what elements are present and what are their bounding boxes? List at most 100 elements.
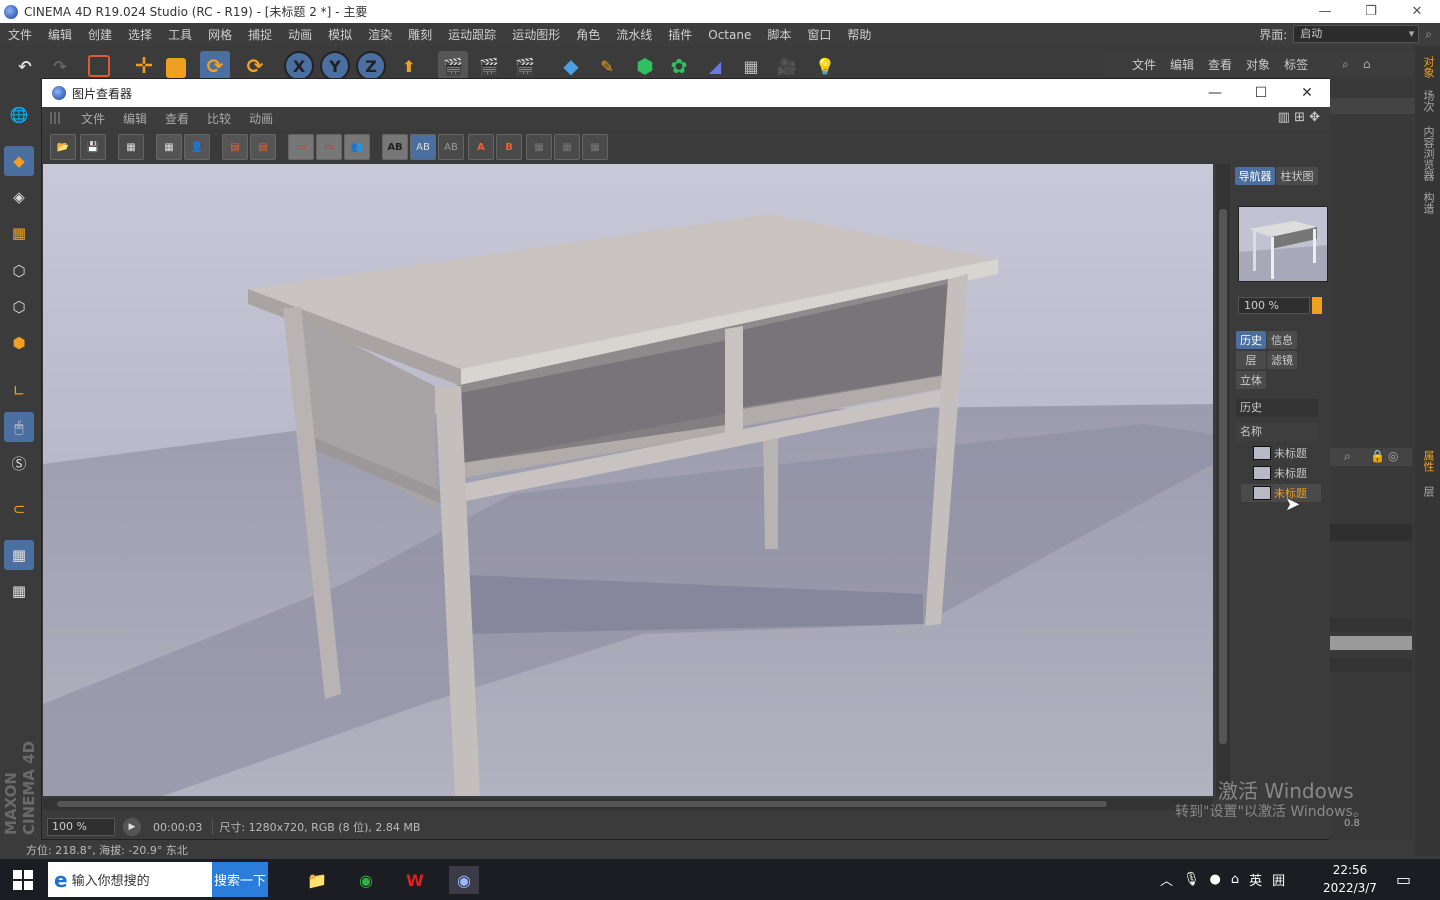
copy-icon[interactable]: ▤ bbox=[222, 134, 248, 160]
viewer-menu-view[interactable]: 查看 bbox=[156, 110, 198, 127]
zoom-slider-handle[interactable] bbox=[1312, 297, 1322, 314]
ab-split-icon[interactable]: AB bbox=[410, 134, 436, 160]
attr-field[interactable] bbox=[1330, 524, 1412, 541]
attr-slider[interactable] bbox=[1330, 636, 1412, 650]
recent-tool-icon[interactable]: ⟳ bbox=[240, 51, 270, 81]
menu-animate[interactable]: 动画 bbox=[280, 26, 320, 43]
x-axis-icon[interactable]: X bbox=[284, 51, 314, 81]
grid-icon[interactable]: ▦ bbox=[118, 134, 144, 160]
ime-language[interactable]: 英 bbox=[1249, 870, 1262, 889]
horizontal-scroll-thumb[interactable] bbox=[57, 801, 1107, 807]
snap-magnet-icon[interactable]: ⊂ bbox=[4, 494, 34, 524]
tab-info[interactable]: 信息 bbox=[1267, 331, 1297, 349]
system-clock[interactable]: 22:56 2022/3/7 bbox=[1316, 861, 1384, 899]
solo-mode-icon[interactable]: Ⓢ bbox=[4, 448, 34, 478]
render-to-viewer-icon[interactable]: 🎬 bbox=[474, 51, 504, 81]
set-a-icon[interactable]: A bbox=[468, 134, 494, 160]
horizontal-scrollbar[interactable] bbox=[43, 798, 1213, 810]
tab-takes[interactable]: 场次 bbox=[1419, 90, 1436, 112]
menu-pipeline[interactable]: 流水线 bbox=[608, 26, 660, 43]
paste-icon[interactable]: ▤ bbox=[250, 134, 276, 160]
light-icon[interactable]: 💡 bbox=[810, 51, 840, 81]
vertical-scrollbar[interactable] bbox=[1216, 164, 1230, 796]
menu-motion-tracking[interactable]: 运动跟踪 bbox=[440, 26, 504, 43]
attr-search-icon[interactable]: ⌕ bbox=[1344, 449, 1351, 464]
menu-octane[interactable]: Octane bbox=[700, 28, 759, 42]
close-button[interactable]: ✕ bbox=[1394, 0, 1440, 23]
rotate-icon[interactable]: ⟳ bbox=[200, 51, 230, 81]
viewer-minimize-button[interactable]: — bbox=[1192, 79, 1238, 107]
stop-render-icon[interactable]: ▦ bbox=[156, 134, 182, 160]
layout-icons[interactable]: ▥ ⊞ ✥ bbox=[1278, 110, 1320, 125]
viewer-menu-compare[interactable]: 比较 bbox=[198, 110, 240, 127]
history-item[interactable]: 未标题 bbox=[1253, 464, 1328, 482]
pen-icon[interactable]: ✎ bbox=[592, 51, 622, 81]
menu-mesh[interactable]: 网格 bbox=[200, 26, 240, 43]
menu-mograph[interactable]: 运动图形 bbox=[504, 26, 568, 43]
windows-start-icon[interactable] bbox=[13, 870, 33, 890]
menu-edit[interactable]: 编辑 bbox=[40, 26, 80, 43]
viewer-menu-file[interactable]: 文件 bbox=[72, 110, 114, 127]
notification-icon[interactable]: ▭ bbox=[1396, 870, 1411, 889]
channel-icon[interactable]: ▦ bbox=[526, 134, 552, 160]
restore-button[interactable]: ❐ bbox=[1348, 0, 1394, 23]
move-icon[interactable]: ✛ bbox=[129, 51, 159, 81]
cube-icon[interactable]: ◆ bbox=[556, 51, 586, 81]
menu-tools[interactable]: 工具 bbox=[160, 26, 200, 43]
ab-compare-icon[interactable]: AB bbox=[382, 134, 408, 160]
render-settings-icon[interactable]: 🎬 bbox=[510, 51, 540, 81]
floor-icon[interactable]: ▦ bbox=[736, 51, 766, 81]
quantize-icon[interactable]: ▦ bbox=[4, 576, 34, 606]
tab-objects[interactable]: 对象 bbox=[1419, 56, 1436, 78]
vertical-scroll-thumb[interactable] bbox=[1219, 209, 1227, 744]
zoom-field[interactable]: 100 % bbox=[47, 818, 115, 836]
tab-structure[interactable]: 构造 bbox=[1419, 192, 1436, 214]
deformer-icon[interactable]: ◢ bbox=[700, 51, 730, 81]
menu-select[interactable]: 选择 bbox=[120, 26, 160, 43]
people-icon[interactable]: 👥 bbox=[344, 134, 370, 160]
render-view-icon[interactable]: 🎬 bbox=[438, 51, 468, 81]
file-explorer-icon[interactable]: 📁 bbox=[302, 866, 332, 894]
tab-history[interactable]: 历史 bbox=[1236, 331, 1266, 349]
model-mode-icon[interactable]: ◆ bbox=[4, 146, 34, 176]
navigator-zoom-field[interactable]: 100 % bbox=[1238, 297, 1310, 314]
points-mode-icon[interactable]: ⬡ bbox=[4, 256, 34, 286]
network-icon[interactable]: ⌂ bbox=[1231, 872, 1239, 887]
viewer-menu-edit[interactable]: 编辑 bbox=[114, 110, 156, 127]
menu-simulate[interactable]: 模拟 bbox=[320, 26, 360, 43]
attr-field[interactable] bbox=[1330, 658, 1412, 672]
axis-mode-icon[interactable]: ∟ bbox=[4, 376, 34, 406]
channel2-icon[interactable]: ▦ bbox=[554, 134, 580, 160]
attr-field[interactable] bbox=[1330, 618, 1412, 632]
attr-target-icon[interactable]: ◎ bbox=[1388, 449, 1398, 463]
scale-icon[interactable] bbox=[166, 58, 186, 78]
menu-render[interactable]: 渲染 bbox=[360, 26, 400, 43]
om-menu-objects[interactable]: 对象 bbox=[1246, 56, 1270, 73]
region-icon[interactable]: ▭ bbox=[316, 134, 342, 160]
channel3-icon[interactable]: ▦ bbox=[582, 134, 608, 160]
navigator-thumbnail[interactable] bbox=[1238, 206, 1328, 282]
y-axis-icon[interactable]: Y bbox=[320, 51, 350, 81]
wps-icon[interactable]: W bbox=[400, 866, 430, 894]
tab-attributes[interactable]: 属性 bbox=[1419, 450, 1436, 472]
edges-mode-icon[interactable]: ⬡ bbox=[4, 292, 34, 322]
menu-script[interactable]: 脚本 bbox=[759, 26, 799, 43]
tab-layers-viewer[interactable]: 层 bbox=[1236, 351, 1266, 369]
live-selection-icon[interactable] bbox=[88, 55, 110, 77]
menu-character[interactable]: 角色 bbox=[568, 26, 608, 43]
om-menu-tags[interactable]: 标签 bbox=[1284, 56, 1308, 73]
microphone-icon[interactable]: 🎙 bbox=[1183, 872, 1200, 887]
om-menu-view[interactable]: 查看 bbox=[1208, 56, 1232, 73]
history-item-active[interactable]: 未标题 bbox=[1241, 484, 1321, 502]
minimize-button[interactable]: — bbox=[1302, 0, 1348, 23]
subdivision-icon[interactable]: ⬢ bbox=[630, 51, 660, 81]
open-icon[interactable]: 📂 bbox=[50, 134, 76, 160]
tab-stereo[interactable]: 立体 bbox=[1236, 371, 1266, 389]
attr-lock-icon[interactable]: 🔒 bbox=[1370, 449, 1385, 463]
viewer-close-button[interactable]: ✕ bbox=[1284, 79, 1330, 107]
camera-icon[interactable]: 🎥 bbox=[772, 51, 802, 81]
redo-icon[interactable]: ↷ bbox=[45, 51, 75, 81]
workplane-icon[interactable]: ▦ bbox=[4, 218, 34, 248]
layout-dropdown[interactable]: 启动 bbox=[1293, 25, 1420, 43]
tab-content-browser[interactable]: 内容浏览器 bbox=[1419, 126, 1436, 181]
